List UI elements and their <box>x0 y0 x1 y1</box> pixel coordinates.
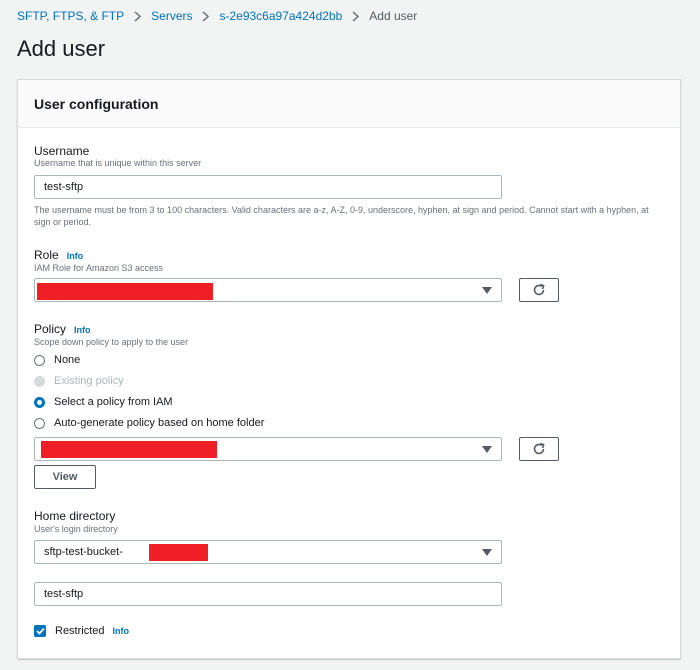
redacted-bucket-suffix <box>149 544 208 561</box>
username-label: Username <box>34 144 90 158</box>
home-directory-folder-input[interactable]: test-sftp <box>34 582 502 606</box>
policy-label: Policy <box>34 322 67 336</box>
role-description: IAM Role for Amazon S3 access <box>34 263 164 273</box>
role-select[interactable] <box>34 278 502 302</box>
home-directory-label: Home directory <box>34 509 116 523</box>
username-constraint-text: The username must be from 3 to 100 chara… <box>34 205 649 227</box>
redacted-role-value <box>37 283 213 300</box>
redacted-policy-value <box>41 441 217 458</box>
caret-down-icon <box>482 287 492 294</box>
breadcrumb-link-server-id[interactable]: s-2e93c6a97a424d2bb <box>219 9 342 23</box>
checkmark-icon <box>35 627 45 635</box>
chevron-right-icon <box>202 10 210 22</box>
radio-button-selected[interactable] <box>34 396 45 408</box>
restricted-info-link[interactable]: Info <box>113 626 130 636</box>
role-label: Role <box>34 248 59 262</box>
home-directory-bucket-select[interactable]: sftp-test-bucket- <box>34 540 502 564</box>
policy-description: Scope down policy to apply to the user <box>34 337 189 347</box>
restricted-row: Restricted Info <box>34 625 129 637</box>
user-configuration-panel: User configuration Username Username tha… <box>17 79 681 659</box>
policy-option-auto-generate[interactable]: Auto-generate policy based on home folde… <box>34 417 264 429</box>
restricted-checkbox[interactable] <box>34 625 46 637</box>
caret-down-icon <box>482 446 492 453</box>
panel-header: User configuration <box>18 80 680 128</box>
username-description: Username that is unique within this serv… <box>34 158 202 168</box>
role-refresh-button[interactable] <box>519 278 559 302</box>
policy-info-link[interactable]: Info <box>74 325 91 335</box>
breadcrumb: SFTP, FTPS, & FTP Servers s-2e93c6a97a42… <box>17 9 417 23</box>
policy-option-existing: Existing policy <box>34 375 124 387</box>
policy-option-select-from-iam[interactable]: Select a policy from IAM <box>34 396 173 408</box>
refresh-icon <box>533 283 545 296</box>
radio-button[interactable] <box>34 417 45 429</box>
policy-refresh-button[interactable] <box>519 437 559 461</box>
panel-title: User configuration <box>34 96 159 112</box>
policy-option-label: Select a policy from IAM <box>54 396 173 408</box>
role-label-row: Role Info <box>34 248 83 262</box>
policy-option-label: None <box>54 354 81 366</box>
policy-option-label: Auto-generate policy based on home folde… <box>54 417 265 429</box>
page-title: Add user <box>17 36 106 61</box>
bucket-select-value: sftp-test-bucket- <box>44 546 123 558</box>
breadcrumb-link-servers[interactable]: Servers <box>151 9 192 23</box>
policy-label-row: Policy Info <box>34 322 91 336</box>
home-directory-description: User's login directory <box>34 524 118 534</box>
restricted-label: Restricted <box>55 625 105 637</box>
policy-select[interactable] <box>34 437 502 461</box>
policy-option-label: Existing policy <box>54 375 124 387</box>
radio-button[interactable] <box>34 354 45 366</box>
chevron-right-icon <box>134 10 142 22</box>
username-input[interactable]: test-sftp <box>34 175 502 199</box>
refresh-icon <box>533 442 545 455</box>
caret-down-icon <box>482 549 492 556</box>
view-policy-button[interactable]: View <box>34 465 96 489</box>
chevron-right-icon <box>352 10 360 22</box>
radio-button <box>34 375 45 387</box>
policy-option-none[interactable]: None <box>34 354 80 366</box>
breadcrumb-link-sftp[interactable]: SFTP, FTPS, & FTP <box>17 9 124 23</box>
role-info-link[interactable]: Info <box>67 251 84 261</box>
breadcrumb-current: Add user <box>369 9 418 23</box>
